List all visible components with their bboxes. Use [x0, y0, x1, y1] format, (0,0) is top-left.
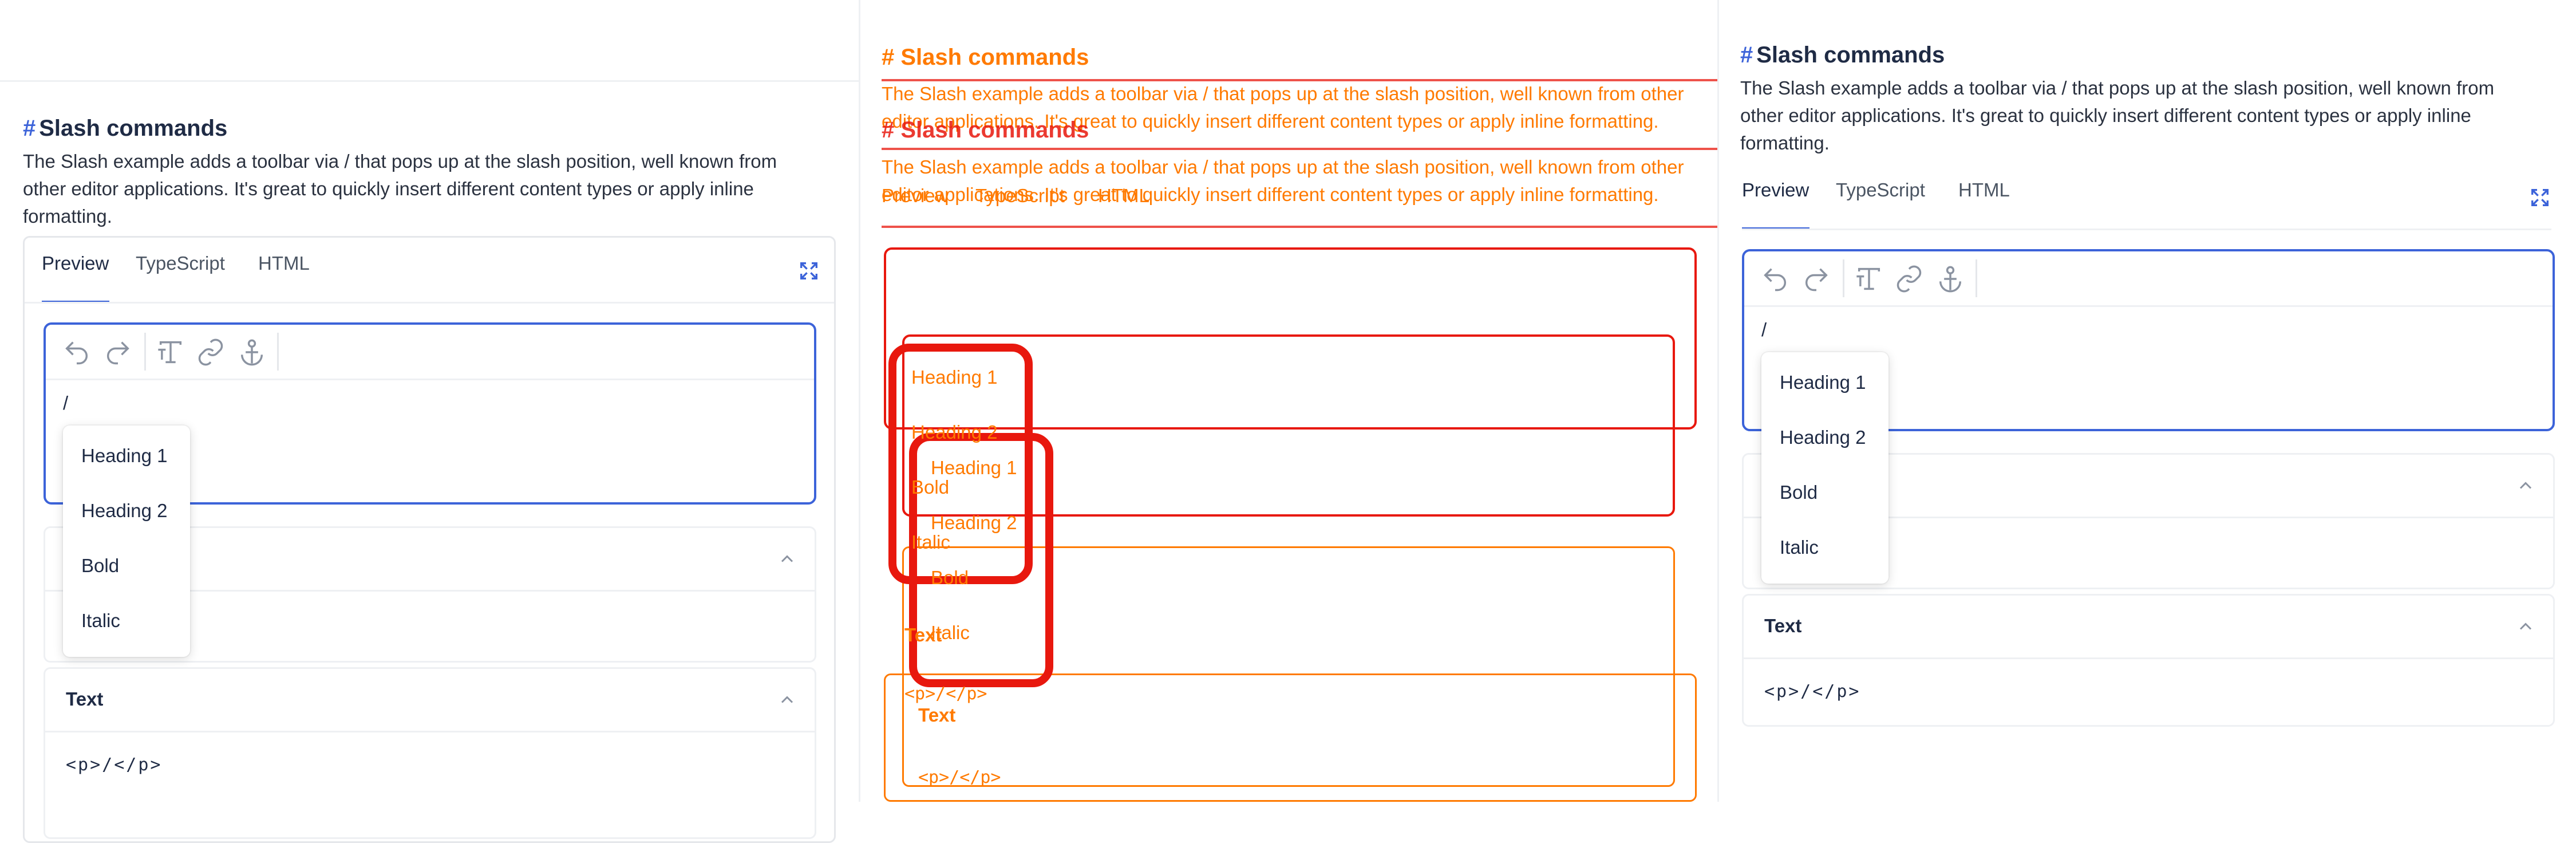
text-format-icon[interactable]	[1854, 264, 1884, 294]
menu-item-bold[interactable]: Bold	[1780, 482, 1818, 503]
docs-panel-left: # Slash commands The Slash example adds a…	[23, 115, 839, 843]
html-output: <p>/</p>	[66, 755, 163, 775]
overlay-tab: TypeScript	[975, 185, 1065, 206]
overlay-menu-item: Bold	[911, 476, 950, 498]
html-output: <p>/</p>	[1764, 682, 1861, 702]
redo-icon[interactable]	[1801, 264, 1831, 294]
link-icon[interactable]	[1894, 264, 1924, 294]
overlay-menu-item: Heading 1	[911, 367, 998, 388]
overlay-code: <p>/</p>	[918, 767, 1001, 787]
chevron-up-icon[interactable]	[777, 549, 797, 569]
editor[interactable]: / Heading 1 Heading 2 Bold Italic	[1742, 249, 2555, 584]
overlay-accordion-title: Text	[904, 624, 942, 645]
accordion-title: Text	[66, 688, 104, 710]
overlay-code: <p>/</p>	[904, 684, 987, 704]
accordion-divider	[1744, 657, 2553, 659]
chevron-up-icon[interactable]	[2515, 475, 2536, 496]
menu-item-italic[interactable]: Italic	[1780, 537, 1819, 558]
accordion-text: Text <p>/</p>	[1742, 594, 2555, 727]
column-divider-left	[859, 0, 860, 802]
link-icon[interactable]	[196, 337, 226, 367]
accordion-header[interactable]: Text	[45, 669, 815, 731]
overlay-tab: HTML	[1098, 185, 1149, 206]
example-frame: Preview TypeScript HTML / Heading 1 Head…	[1740, 163, 2555, 770]
chevron-up-icon[interactable]	[2515, 616, 2536, 637]
page-title: # Slash commands	[1740, 41, 1945, 69]
column-divider-right	[1717, 0, 1719, 802]
anchor-icon[interactable]	[237, 337, 267, 367]
example-frame: Preview TypeScript HTML / Heading 1 Head…	[23, 236, 836, 843]
tabs-divider	[1742, 229, 2551, 230]
accordion-divider	[45, 731, 815, 732]
overlay-menu-item: Heading 2	[911, 422, 998, 443]
toolbar-separator	[277, 333, 279, 371]
overlay-line	[882, 148, 1717, 150]
undo-icon[interactable]	[62, 337, 92, 367]
overlay-title: # Slash commands	[882, 45, 1089, 70]
menu-item-bold[interactable]: Bold	[81, 555, 119, 577]
menu-item-italic[interactable]: Italic	[81, 610, 120, 632]
overlay-menu-item: Heading 2	[931, 512, 1017, 533]
page-description: The Slash example adds a toolbar via / t…	[23, 151, 777, 227]
expand-icon[interactable]	[2528, 186, 2551, 209]
editor-toolbar	[46, 325, 814, 380]
overlay-menu-item: Italic	[911, 531, 950, 553]
page-divider	[0, 80, 859, 82]
text-format-icon[interactable]	[156, 337, 185, 367]
overlay-menu-item: Heading 1	[931, 457, 1017, 478]
editor-toolbar	[1744, 251, 2553, 307]
anchor-icon[interactable]	[1935, 264, 1965, 294]
accordion-title: Text	[1764, 615, 1802, 636]
tab-html[interactable]: HTML	[1958, 179, 2010, 201]
overlay-title: # Slash commands	[882, 117, 1089, 143]
overlay-line	[882, 79, 1717, 81]
accordion-text: Text <p>/</p>	[44, 667, 816, 839]
anchor-hash[interactable]: #	[1740, 42, 1753, 68]
menu-item-heading-2[interactable]: Heading 2	[1780, 427, 1866, 448]
page-title-text: Slash commands	[39, 116, 228, 141]
toolbar-separator	[1976, 259, 1977, 297]
page-title: # Slash commands	[23, 115, 227, 142]
slash-menu: Heading 1 Heading 2 Bold Italic	[1761, 352, 1888, 584]
page-title-text: Slash commands	[1756, 42, 1945, 68]
menu-item-heading-1[interactable]: Heading 1	[1780, 372, 1866, 393]
undo-icon[interactable]	[1760, 264, 1790, 294]
page-description: The Slash example adds a toolbar via / t…	[1740, 77, 2495, 153]
tab-typescript[interactable]: TypeScript	[136, 253, 225, 274]
menu-item-heading-1[interactable]: Heading 1	[81, 445, 167, 467]
editor[interactable]: / Heading 1 Heading 2 Bold Italic	[44, 322, 816, 657]
overlay-accordion-title: Text	[918, 704, 956, 726]
accordion-header[interactable]: Text	[1744, 596, 2553, 657]
expand-icon[interactable]	[797, 259, 820, 282]
layout-debug-overlay: # Slash commands The Slash example adds …	[882, 0, 1717, 802]
tab-typescript[interactable]: TypeScript	[1836, 179, 1925, 201]
overlay-tab: Preview	[882, 185, 949, 206]
tab-html[interactable]: HTML	[258, 253, 310, 274]
redo-icon[interactable]	[103, 337, 133, 367]
tab-preview[interactable]: Preview	[42, 253, 109, 274]
overlay-line	[882, 226, 1717, 228]
editor-content[interactable]: /	[1761, 319, 1767, 341]
chevron-up-icon[interactable]	[777, 690, 797, 710]
toolbar-separator	[144, 333, 146, 371]
overlay-menu-item: Bold	[931, 567, 969, 588]
menu-item-heading-2[interactable]: Heading 2	[81, 500, 167, 522]
anchor-hash[interactable]: #	[23, 116, 35, 141]
docs-panel-right: # Slash commands The Slash example adds a…	[1740, 41, 2556, 770]
tab-preview[interactable]: Preview	[1742, 179, 1809, 201]
tabs-divider	[25, 302, 834, 304]
editor-content[interactable]: /	[63, 392, 68, 414]
toolbar-separator	[1843, 259, 1844, 297]
slash-menu: Heading 1 Heading 2 Bold Italic	[63, 426, 190, 657]
